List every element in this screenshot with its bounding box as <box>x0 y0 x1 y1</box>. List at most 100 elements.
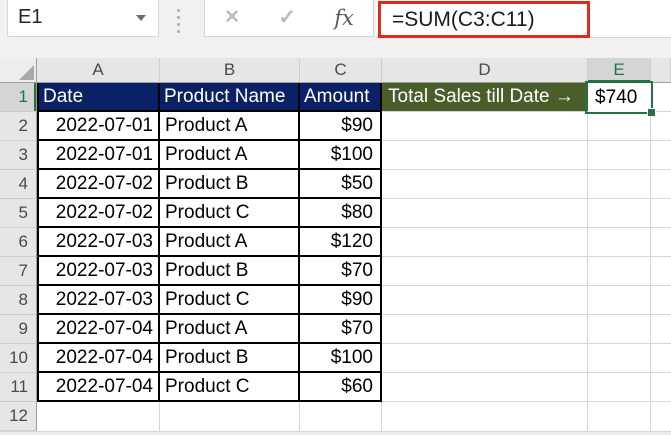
cell-e7[interactable] <box>588 257 651 286</box>
cell-a4[interactable]: 2022-07-02 <box>37 170 160 199</box>
cell-d10[interactable] <box>382 344 588 373</box>
cell-e9[interactable] <box>588 315 651 344</box>
cell-e12[interactable] <box>588 402 651 431</box>
cell-e4[interactable] <box>588 170 651 199</box>
cell-e11[interactable] <box>588 373 651 402</box>
row-header-12[interactable]: 12 <box>0 402 37 431</box>
cell-d11[interactable] <box>382 373 588 402</box>
cell-d12[interactable] <box>382 402 588 431</box>
cell-f3[interactable] <box>651 141 671 170</box>
cell-c5[interactable]: $80 <box>300 199 382 228</box>
cell-b4[interactable]: Product B <box>160 170 300 199</box>
cell-c2[interactable]: $90 <box>300 112 382 141</box>
name-box-dropdown-icon[interactable] <box>136 14 146 21</box>
cell-e6[interactable] <box>588 228 651 257</box>
row-header-11[interactable]: 11 <box>0 373 37 402</box>
cell-c7[interactable]: $70 <box>300 257 382 286</box>
column-header-b[interactable]: B <box>160 58 300 83</box>
column-header-d[interactable]: D <box>382 58 588 83</box>
cell-d4[interactable] <box>382 170 588 199</box>
cell-c1[interactable]: Amount <box>300 83 382 112</box>
cell-a6[interactable]: 2022-07-03 <box>37 228 160 257</box>
cell-f8[interactable] <box>651 286 671 315</box>
cell-b3[interactable]: Product A <box>160 141 300 170</box>
column-header-f-partial[interactable] <box>651 58 671 83</box>
cell-d2[interactable] <box>382 112 588 141</box>
insert-function-icon[interactable]: fx <box>334 6 354 30</box>
cell-d9[interactable] <box>382 315 588 344</box>
cell-a9[interactable]: 2022-07-04 <box>37 315 160 344</box>
cell-e1-value: $740 <box>595 86 638 108</box>
cell-f4[interactable] <box>651 170 671 199</box>
cell-d8[interactable] <box>382 286 588 315</box>
cell-b7[interactable]: Product B <box>160 257 300 286</box>
column-header-e-selected[interactable]: E <box>588 58 651 83</box>
cell-a12[interactable] <box>37 402 160 431</box>
cell-a1[interactable]: Date <box>37 83 160 112</box>
cell-a5[interactable]: 2022-07-02 <box>37 199 160 228</box>
row-header-7[interactable]: 7 <box>0 257 37 286</box>
cell-f12[interactable] <box>651 402 671 431</box>
cell-b8[interactable]: Product C <box>160 286 300 315</box>
row-header-6[interactable]: 6 <box>0 228 37 257</box>
select-all-button[interactable] <box>0 58 37 83</box>
row-header-2[interactable]: 2 <box>0 112 37 141</box>
cell-c8[interactable]: $90 <box>300 286 382 315</box>
row-header-9[interactable]: 9 <box>0 315 37 344</box>
cell-f5[interactable] <box>651 199 671 228</box>
fill-handle[interactable] <box>647 108 656 117</box>
cell-b1[interactable]: Product Name <box>160 83 300 112</box>
row-header-8[interactable]: 8 <box>0 286 37 315</box>
select-all-triangle-icon <box>19 65 34 80</box>
cell-e1-selected[interactable]: $740 <box>585 81 656 117</box>
cell-a10[interactable]: 2022-07-04 <box>37 344 160 373</box>
row-header-4[interactable]: 4 <box>0 170 37 199</box>
cell-e8[interactable] <box>588 286 651 315</box>
cell-e3[interactable] <box>588 141 651 170</box>
name-box[interactable]: E1 <box>7 0 159 37</box>
column-header-a[interactable]: A <box>37 58 160 83</box>
cell-b9[interactable]: Product A <box>160 315 300 344</box>
confirm-icon[interactable]: ✓ <box>278 5 296 30</box>
cell-f9[interactable] <box>651 315 671 344</box>
cell-c3[interactable]: $100 <box>300 141 382 170</box>
cell-e5[interactable] <box>588 199 651 228</box>
cell-c9[interactable]: $70 <box>300 315 382 344</box>
cell-b11[interactable]: Product C <box>160 373 300 402</box>
cell-f7[interactable] <box>651 257 671 286</box>
cell-b2[interactable]: Product A <box>160 112 300 141</box>
cell-a11[interactable]: 2022-07-04 <box>37 373 160 402</box>
formula-bar[interactable]: =SUM(C3:C11) <box>376 0 671 38</box>
row-header-3[interactable]: 3 <box>0 141 37 170</box>
cell-a7[interactable]: 2022-07-03 <box>37 257 160 286</box>
cell-c6[interactable]: $120 <box>300 228 382 257</box>
column-header-c[interactable]: C <box>300 58 382 83</box>
cell-d7[interactable] <box>382 257 588 286</box>
cell-b12[interactable] <box>160 402 300 431</box>
cell-a2[interactable]: 2022-07-01 <box>37 112 160 141</box>
cell-f6[interactable] <box>651 228 671 257</box>
cancel-icon[interactable]: ✕ <box>224 6 240 29</box>
name-box-value: E1 <box>18 6 43 28</box>
cell-c4[interactable]: $50 <box>300 170 382 199</box>
cell-b10[interactable]: Product B <box>160 344 300 373</box>
sheet-bottom-edge <box>0 431 671 435</box>
row-header-1[interactable]: 1 <box>0 83 37 112</box>
cell-a8[interactable]: 2022-07-03 <box>37 286 160 315</box>
cell-c12[interactable] <box>300 402 382 431</box>
cell-b6[interactable]: Product A <box>160 228 300 257</box>
cell-f11[interactable] <box>651 373 671 402</box>
cell-c11[interactable]: $60 <box>300 373 382 402</box>
cell-d5[interactable] <box>382 199 588 228</box>
cell-a3[interactable]: 2022-07-01 <box>37 141 160 170</box>
cell-d6[interactable] <box>382 228 588 257</box>
row-header-10[interactable]: 10 <box>0 344 37 373</box>
cell-e10[interactable] <box>588 344 651 373</box>
cell-e2[interactable] <box>588 112 651 141</box>
cell-d1[interactable]: Total Sales till Date → <box>382 83 588 112</box>
cell-f10[interactable] <box>651 344 671 373</box>
row-header-5[interactable]: 5 <box>0 199 37 228</box>
cell-b5[interactable]: Product C <box>160 199 300 228</box>
cell-c10[interactable]: $100 <box>300 344 382 373</box>
cell-d3[interactable] <box>382 141 588 170</box>
